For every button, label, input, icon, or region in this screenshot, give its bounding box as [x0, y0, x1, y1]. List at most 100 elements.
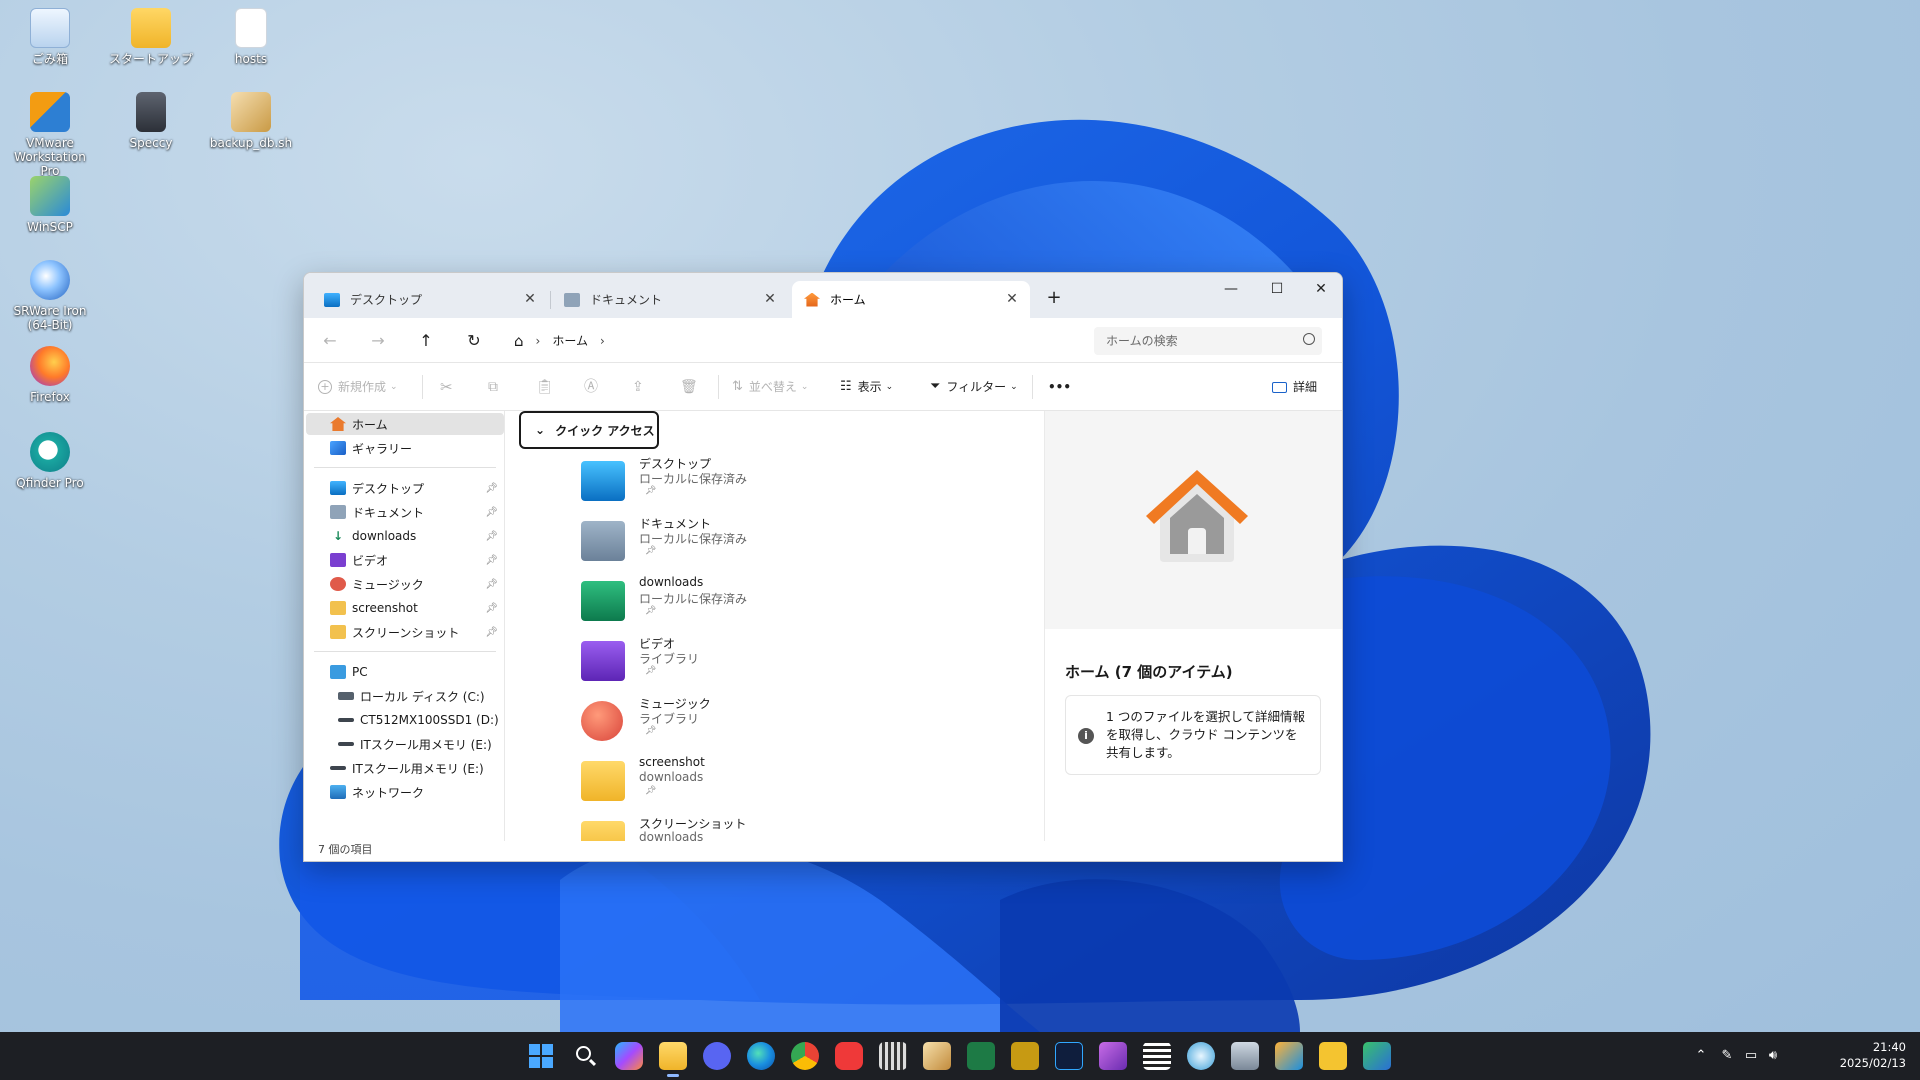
discord-icon[interactable] — [703, 1042, 731, 1070]
sidebar-item-drive-e-root[interactable]: ITスクール用メモリ (E:) — [306, 757, 504, 779]
quick-access-item-downloads[interactable]: downloads ローカルに保存済み 📌︎ — [581, 575, 881, 633]
network-icon[interactable]: ▭ — [1742, 1048, 1760, 1063]
search-icon[interactable] — [571, 1042, 599, 1070]
network-tool-icon[interactable] — [1363, 1042, 1391, 1070]
sidebar-item-screenshots-jp[interactable]: スクリーンショット 📌︎ — [306, 621, 504, 643]
sort-icon: ⇅ — [732, 379, 743, 394]
volume-icon[interactable]: 🔊︎ — [1764, 1048, 1782, 1063]
more-options-button[interactable]: ••• — [1048, 375, 1071, 399]
desktop-icon-firefox[interactable]: Firefox — [7, 346, 93, 404]
close-icon[interactable]: ✕ — [522, 291, 538, 307]
sidebar-item-documents[interactable]: ドキュメント 📌︎ — [306, 501, 504, 523]
pin-icon[interactable]: 📌︎ — [485, 507, 498, 518]
sidebar-item-drive-e[interactable]: ITスクール用メモリ (E:) — [306, 733, 504, 755]
start-icon[interactable] — [527, 1042, 555, 1070]
desktop-icon-winscp[interactable]: WinSCP — [7, 176, 93, 234]
sort-button[interactable]: ⇅ 並べ替え ⌄ — [732, 375, 808, 399]
photo-app-icon[interactable] — [1231, 1042, 1259, 1070]
media-player-icon[interactable] — [1187, 1042, 1215, 1070]
delete-button[interactable]: 🗑︎ — [680, 375, 698, 399]
details-pane-button[interactable]: 詳細 — [1272, 375, 1317, 399]
forward-button[interactable]: → — [364, 328, 392, 354]
sidebar-item-music[interactable]: ミュージック 📌︎ — [306, 573, 504, 595]
chevron-right-icon[interactable]: › — [600, 328, 605, 354]
sidebar-item-pc[interactable]: PC — [306, 661, 504, 683]
pin-icon[interactable]: 📌︎ — [485, 603, 498, 614]
sidebar-item-gallery[interactable]: ギャラリー — [306, 437, 504, 459]
photoshop-icon[interactable] — [1055, 1042, 1083, 1070]
cut-button[interactable]: ✂ — [440, 375, 453, 399]
pin-icon[interactable]: 📌︎ — [485, 579, 498, 590]
tab-desktop[interactable]: デスクトップ ✕ — [312, 281, 548, 318]
excel-icon[interactable] — [967, 1042, 995, 1070]
sidebar-item-videos[interactable]: ビデオ 📌︎ — [306, 549, 504, 571]
desktop-icon-qfinder[interactable]: Qfinder Pro — [7, 432, 93, 490]
chrome-icon[interactable] — [791, 1042, 819, 1070]
close-icon[interactable]: ✕ — [762, 291, 778, 307]
pin-icon[interactable]: 📌︎ — [485, 627, 498, 638]
pin-icon[interactable]: 📌︎ — [485, 531, 498, 542]
plus-circle-icon: + — [318, 380, 332, 394]
close-button[interactable]: ✕ — [1298, 273, 1342, 305]
new-button[interactable]: + 新規作成 ⌄ — [318, 375, 398, 399]
minimize-button[interactable]: — — [1208, 273, 1254, 305]
quick-access-item-videos[interactable]: ビデオ ライブラリ 📌︎ — [581, 635, 881, 693]
maximize-button[interactable]: ☐ — [1254, 273, 1300, 305]
sidebar-item-desktop[interactable]: デスクトップ 📌︎ — [306, 477, 504, 499]
desktop-icon-startup[interactable]: スタートアップ — [108, 8, 194, 66]
quick-access-item-documents[interactable]: ドキュメント ローカルに保存済み 📌︎ — [581, 515, 881, 573]
desktop-icon-speccy[interactable]: Speccy — [108, 92, 194, 150]
breadcrumb[interactable]: ⌂ › ホーム › — [514, 328, 605, 354]
home-icon[interactable]: ⌂ — [514, 328, 524, 354]
back-button[interactable]: ← — [316, 328, 344, 354]
view-button[interactable]: ☷ 表示 ⌄ — [840, 375, 893, 399]
close-icon[interactable]: ✕ — [1004, 291, 1020, 307]
quick-access-header[interactable]: ⌄ クイック アクセス — [519, 411, 659, 449]
edge-icon[interactable] — [747, 1042, 775, 1070]
copy-button[interactable]: ⧉ — [488, 375, 498, 399]
quick-access-item-desktop[interactable]: デスクトップ ローカルに保存済み 📌︎ — [581, 455, 881, 513]
desktop-icon-hosts[interactable]: hosts — [208, 8, 294, 66]
feather-app-icon[interactable] — [923, 1042, 951, 1070]
refresh-button[interactable]: ↻ — [460, 328, 488, 354]
quick-access-item-music[interactable]: ミュージック ライブラリ 📌︎ — [581, 695, 881, 753]
file-explorer-icon[interactable] — [659, 1042, 687, 1077]
vivaldi-icon[interactable] — [835, 1042, 863, 1070]
quick-access-item-screenshots-jp[interactable]: スクリーンショット downloads — [581, 815, 881, 841]
paste-button[interactable]: 📋︎ — [536, 375, 554, 399]
new-tab-button[interactable]: + — [1040, 285, 1068, 311]
pin-icon[interactable]: 📌︎ — [485, 555, 498, 566]
pen-icon[interactable]: ✎ — [1718, 1048, 1736, 1063]
tab-documents[interactable]: ドキュメント ✕ — [552, 281, 788, 318]
desktop-icon-vmware[interactable]: VMware Workstation Pro — [7, 92, 93, 178]
quick-access-item-screenshot[interactable]: screenshot downloads 📌︎ — [581, 755, 881, 813]
desktop-icon-recycle-bin[interactable]: ごみ箱 — [7, 8, 93, 66]
up-button[interactable]: ↑ — [412, 328, 440, 354]
overlay-app-icon[interactable] — [1275, 1042, 1303, 1070]
tab-home[interactable]: ホーム ✕ — [792, 281, 1030, 318]
share-button[interactable]: ⇪ — [632, 375, 644, 399]
copilot-icon[interactable] — [615, 1042, 643, 1070]
search-input[interactable]: ホームの検索 — [1094, 327, 1322, 355]
sidebar-scrollbar[interactable] — [504, 411, 505, 841]
sidebar-item-home[interactable]: ホーム — [306, 413, 504, 435]
sidebar-item-drive-d[interactable]: CT512MX100SSD1 (D:) — [306, 709, 504, 731]
breadcrumb-home[interactable]: ホーム — [552, 328, 588, 354]
film-app-icon[interactable] — [1143, 1042, 1171, 1070]
affinity-icon[interactable] — [1099, 1042, 1127, 1070]
sidebar-item-downloads[interactable]: ↓ downloads 📌︎ — [306, 525, 504, 547]
video-editor-icon[interactable] — [879, 1042, 907, 1070]
sidebar-item-network[interactable]: ネットワーク — [306, 781, 504, 803]
clock[interactable]: 21:40 2025/02/13 — [1840, 1039, 1906, 1071]
file-icon — [235, 8, 267, 48]
pin-icon[interactable]: 📌︎ — [485, 483, 498, 494]
desktop-icon-srware-iron[interactable]: SRWare Iron (64-Bit) — [7, 260, 93, 332]
chevron-up-icon[interactable]: ⌃ — [1692, 1048, 1710, 1063]
desktop-icon-backup-db[interactable]: backup_db.sh — [208, 92, 294, 150]
text-app-icon[interactable] — [1319, 1042, 1347, 1070]
fireworks-icon[interactable] — [1011, 1042, 1039, 1070]
sidebar-item-screenshot[interactable]: screenshot 📌︎ — [306, 597, 504, 619]
rename-button[interactable]: Ⓐ — [584, 375, 598, 399]
sidebar-item-drive-c[interactable]: ローカル ディスク (C:) — [306, 685, 504, 707]
filter-button[interactable]: ⏷ フィルター ⌄ — [930, 375, 1018, 399]
